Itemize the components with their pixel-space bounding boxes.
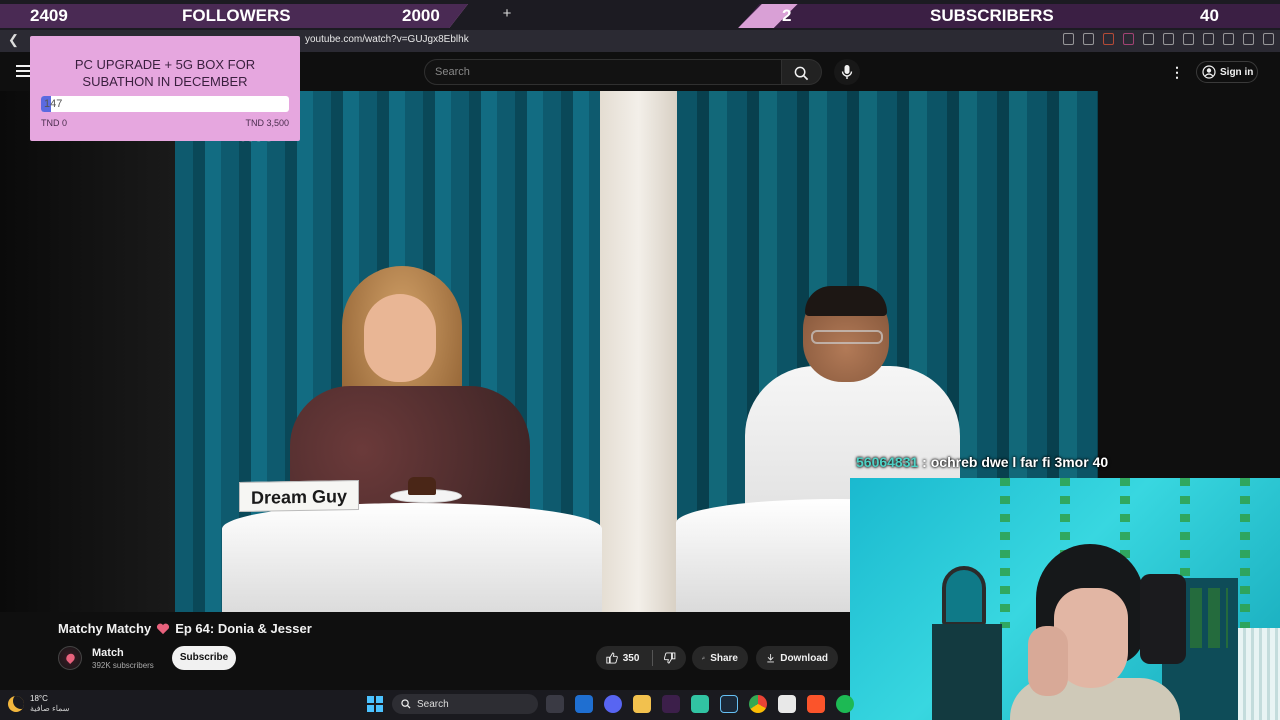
followers-current: 2409 [30, 6, 68, 25]
microphone-icon [841, 65, 853, 79]
streamlabs-icon[interactable] [691, 695, 709, 713]
bookmarks-icon[interactable] [1183, 33, 1194, 45]
search-button[interactable] [782, 59, 822, 85]
weather-condition: سماء صافية [30, 704, 70, 713]
leo-ai-icon[interactable] [1223, 33, 1234, 45]
chrome-icon[interactable] [749, 695, 767, 713]
screen: + — □ ✕ 2409 FOLLOWERS 2000 2 SUBSCRIBER… [0, 0, 1280, 720]
url-text[interactable]: youtube.com/watch?v=GUJgx8Eblhk [305, 34, 469, 45]
download-icon [767, 654, 774, 663]
search-icon [794, 66, 809, 81]
more-options-icon[interactable]: ⋮ [1170, 64, 1184, 80]
donation-goal-title: PC UPGRADE + 5G BOX FOR SUBATHON IN DECE… [74, 57, 256, 89]
divider-wall [600, 91, 677, 612]
media-icon[interactable] [1163, 33, 1174, 45]
microphone-arm [1140, 574, 1186, 664]
like-dislike-group: 350 [596, 646, 686, 670]
chat-username: 56064831 [856, 454, 919, 470]
name-card: Dream Guy [239, 479, 359, 513]
search-input[interactable]: Search [424, 59, 782, 85]
moon-icon [8, 696, 24, 712]
voice-search-button[interactable] [834, 59, 860, 85]
chat-text: ochreb dwe l far fi 3mor 40 [930, 454, 1109, 470]
notepad-icon[interactable] [778, 695, 796, 713]
taskbar-search[interactable]: Search [392, 694, 538, 714]
chat-message: 56064831 : ochreb dwe l far fi 3mor 40 [856, 454, 1109, 470]
share-label: Share [710, 652, 738, 664]
channel-name[interactable]: Match [92, 647, 124, 659]
cake-slice [408, 477, 436, 495]
followers-goal: 2000 [402, 6, 440, 25]
steam-icon[interactable] [720, 695, 738, 713]
subscribers-goal: 40 [1200, 6, 1219, 25]
brave-shield-icon[interactable] [1103, 33, 1114, 45]
video-dark-area [0, 91, 175, 612]
video-title: Matchy Matchy Ep 64: Donia & Jesser [58, 621, 312, 636]
heart-icon [157, 623, 170, 634]
back-arrow-icon[interactable]: ❮ [8, 32, 22, 48]
spotify-icon[interactable] [836, 695, 854, 713]
subscribers-current: 2 [782, 6, 792, 25]
webcam-feed [850, 478, 1280, 720]
taskbar-apps [546, 695, 854, 713]
search-icon [401, 699, 411, 709]
search-placeholder: Search [435, 66, 470, 78]
streamer-hand [1028, 626, 1068, 696]
file-explorer-icon[interactable] [633, 695, 651, 713]
browser-extensions [1063, 33, 1274, 45]
cast-icon[interactable] [1063, 33, 1074, 45]
dresser [932, 624, 1002, 720]
download-label: Download [780, 652, 828, 664]
brave-icon[interactable] [807, 695, 825, 713]
donation-min-label: TND 0 [41, 118, 68, 128]
temperature: 18°C [30, 694, 48, 703]
wallet-icon[interactable] [1203, 33, 1214, 45]
like-icon[interactable] [606, 651, 618, 665]
dislike-icon[interactable] [664, 651, 676, 665]
channel-subscriber-count: 392K subscribers [92, 661, 154, 670]
discord-icon[interactable] [604, 695, 622, 713]
share-page-icon[interactable] [1083, 33, 1094, 45]
channel-avatar[interactable] [58, 646, 82, 670]
windows-start-icon[interactable] [367, 696, 383, 712]
donation-progress-bar [41, 96, 289, 112]
followers-label: FOLLOWERS [182, 6, 291, 25]
subscribers-label: SUBSCRIBERS [930, 6, 1054, 25]
download-button[interactable]: Download [756, 646, 838, 670]
radiator [1238, 628, 1280, 720]
like-count[interactable]: 350 [623, 653, 640, 664]
new-tab-button[interactable]: + [500, 4, 514, 24]
donation-current-value: 147 [44, 98, 63, 110]
account-icon [1202, 65, 1216, 79]
share-button[interactable]: Share [692, 646, 748, 670]
twitch-studio-icon[interactable] [662, 695, 680, 713]
sign-in-button[interactable]: Sign in [1196, 61, 1258, 83]
rewards-icon[interactable] [1123, 33, 1134, 45]
taskbar-search-label: Search [417, 698, 449, 710]
mirror [942, 566, 986, 626]
subscribe-button[interactable]: Subscribe [172, 646, 236, 670]
sign-in-label: Sign in [1220, 66, 1254, 78]
task-view-icon[interactable] [546, 695, 564, 713]
outlook-icon[interactable] [575, 695, 593, 713]
vpn-icon[interactable] [1243, 33, 1254, 45]
donation-max-label: TND 3,500 [245, 118, 289, 128]
donation-goal-widget: PC UPGRADE + 5G BOX FOR SUBATHON IN DECE… [30, 36, 300, 141]
sidebar-toggle-icon[interactable] [1143, 33, 1154, 45]
left-table [222, 503, 602, 612]
menu-icon[interactable] [1263, 33, 1274, 45]
share-icon [702, 656, 706, 660]
weather-widget[interactable]: 18°C سماء صافية [8, 694, 70, 714]
